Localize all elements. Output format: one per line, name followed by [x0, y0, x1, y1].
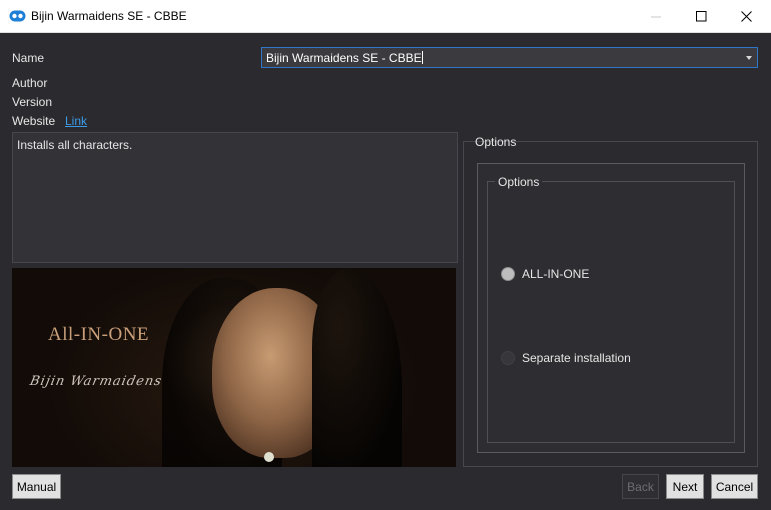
close-icon — [741, 11, 752, 22]
name-combo[interactable]: Bijin Warmaidens SE - CBBE — [261, 47, 758, 68]
minimize-icon — [651, 16, 661, 18]
text-cursor — [421, 51, 423, 64]
banner-hair-right — [312, 268, 402, 467]
description-box[interactable]: Installs all characters. — [12, 132, 458, 263]
option-separate-installation[interactable]: Separate installation — [501, 351, 631, 365]
website-label: Website — [12, 114, 56, 128]
mod-banner-image: All-IN-ONE Bijin Warmaidens — [12, 268, 456, 467]
option-label: ALL-IN-ONE — [522, 267, 590, 281]
option-all-in-one[interactable]: ALL-IN-ONE — [501, 267, 589, 281]
manual-button[interactable]: Manual — [12, 474, 61, 499]
options-group-box — [487, 181, 735, 443]
banner-script: Bijin Warmaidens — [28, 374, 164, 389]
window-title: Bijin Warmaidens SE - CBBE — [31, 9, 187, 23]
name-label: Name — [12, 51, 45, 65]
back-button[interactable]: Back — [622, 474, 659, 499]
chevron-down-icon[interactable] — [746, 56, 752, 60]
radio-button[interactable] — [501, 351, 515, 365]
app-icon — [9, 10, 26, 22]
next-button[interactable]: Next — [666, 474, 704, 499]
name-value: Bijin Warmaidens SE - CBBE — [266, 51, 422, 65]
minimize-button[interactable] — [634, 0, 679, 33]
option-label: Separate installation — [522, 351, 631, 365]
banner-necklace — [264, 452, 274, 462]
title-bar: Bijin Warmaidens SE - CBBE — [0, 0, 771, 33]
website-link[interactable]: Link — [65, 114, 87, 128]
maximize-icon — [696, 11, 707, 22]
options-outer-label: Options — [475, 135, 517, 149]
banner-title: All-IN-ONE — [48, 324, 150, 345]
author-label: Author — [12, 76, 48, 90]
options-group-label: Options — [495, 175, 543, 189]
cancel-button[interactable]: Cancel — [711, 474, 758, 499]
close-button[interactable] — [724, 0, 769, 33]
version-label: Version — [12, 95, 53, 109]
radio-button-checked[interactable] — [501, 267, 515, 281]
maximize-button[interactable] — [679, 0, 724, 33]
